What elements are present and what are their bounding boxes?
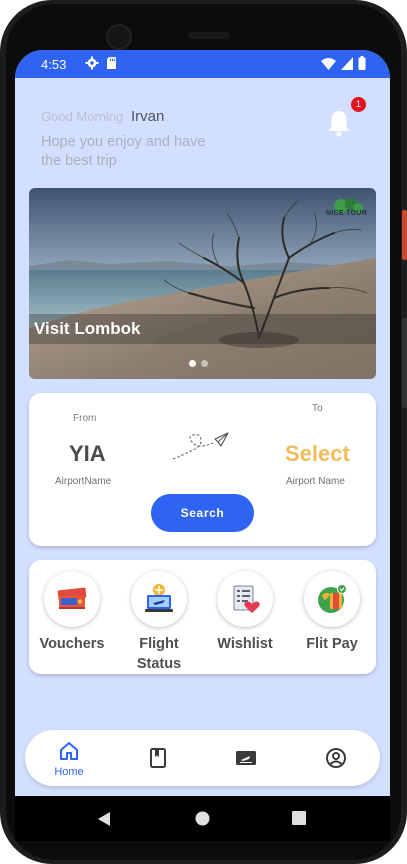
recents-icon[interactable] xyxy=(292,811,306,825)
promo-banner[interactable]: NICE TOUR Visit Lombok xyxy=(29,188,376,379)
back-icon[interactable] xyxy=(97,811,111,827)
app-screen: 4:53 Good Morning Irvan Hope you enjoy a… xyxy=(15,50,390,796)
brand-name: NICE TOUR xyxy=(326,210,368,217)
menu-icon-circle xyxy=(304,571,360,627)
carousel-dot[interactable] xyxy=(201,360,208,367)
menu-item-flight-status[interactable]: Flight Status xyxy=(116,560,202,674)
carousel-indicator xyxy=(189,360,208,367)
greeting-text: Good Morning xyxy=(41,109,124,124)
nav-item-bookings[interactable] xyxy=(123,730,193,786)
battery-icon xyxy=(358,56,366,70)
menu-item-flit-pay[interactable]: Flit Pay xyxy=(289,560,375,674)
search-button[interactable]: Search xyxy=(151,494,254,532)
signal-icon xyxy=(341,56,353,70)
menu-label: Flit Pay xyxy=(306,636,358,652)
wallet-icon xyxy=(318,584,347,613)
bottom-navigation: Home xyxy=(25,730,380,786)
flight-status-icon xyxy=(145,584,173,612)
greeting: Good Morning Irvan xyxy=(41,108,164,125)
status-bar: 4:53 xyxy=(15,50,390,78)
brand-logo xyxy=(334,198,363,213)
paper-plane-icon xyxy=(172,432,229,460)
sd-card-icon xyxy=(107,57,116,69)
banner-title: Visit Lombok xyxy=(29,314,376,344)
nav-item-profile[interactable] xyxy=(301,730,371,786)
nav-label-home: Home xyxy=(54,766,84,778)
gear-icon xyxy=(85,56,99,70)
ticket-icon xyxy=(236,751,256,765)
menu-item-vouchers[interactable]: Vouchers xyxy=(29,560,115,674)
banner-image xyxy=(29,188,376,379)
power-button xyxy=(402,210,407,260)
home-icon xyxy=(60,742,78,760)
notification-bell-icon[interactable] xyxy=(324,108,354,138)
menu-icon-circle xyxy=(44,571,100,627)
menu-item-wishlist[interactable]: Wishlist xyxy=(202,560,288,674)
menu-label: Flight Status xyxy=(136,636,182,672)
front-camera xyxy=(106,24,132,50)
quick-menu-card: Vouchers Flight Status Wishlist Flit Pay xyxy=(29,560,376,674)
system-navigation-bar xyxy=(15,796,390,841)
menu-icon-circle xyxy=(131,571,187,627)
user-name: Irvan xyxy=(131,108,165,125)
destination-select[interactable]: Select xyxy=(285,441,350,467)
flight-search-card: From To YIA Select AirportName Airport N… xyxy=(29,393,376,546)
to-label: To xyxy=(312,403,323,414)
nav-item-tickets[interactable] xyxy=(211,730,281,786)
volume-button xyxy=(402,318,407,408)
wishlist-icon xyxy=(233,585,260,613)
earpiece xyxy=(188,32,230,39)
origin-airport-code[interactable]: YIA xyxy=(69,441,106,467)
home-circle-icon[interactable] xyxy=(195,811,210,826)
notification-badge: 1 xyxy=(351,97,366,112)
destination-airport-name: Airport Name xyxy=(286,476,345,487)
origin-airport-name: AirportName xyxy=(55,476,112,487)
nav-item-home[interactable]: Home xyxy=(34,730,104,786)
menu-label: Vouchers xyxy=(39,636,105,652)
carousel-dot[interactable] xyxy=(189,360,196,367)
profile-icon xyxy=(326,748,346,768)
menu-icon-circle xyxy=(217,571,273,627)
wifi-icon xyxy=(321,57,336,70)
voucher-icon xyxy=(57,587,87,609)
from-label: From xyxy=(73,413,97,424)
greeting-subtitle: Hope you enjoy and have the best trip xyxy=(41,134,206,169)
status-time: 4:53 xyxy=(41,57,67,72)
menu-label: Wishlist xyxy=(217,636,273,652)
book-icon xyxy=(150,748,166,768)
